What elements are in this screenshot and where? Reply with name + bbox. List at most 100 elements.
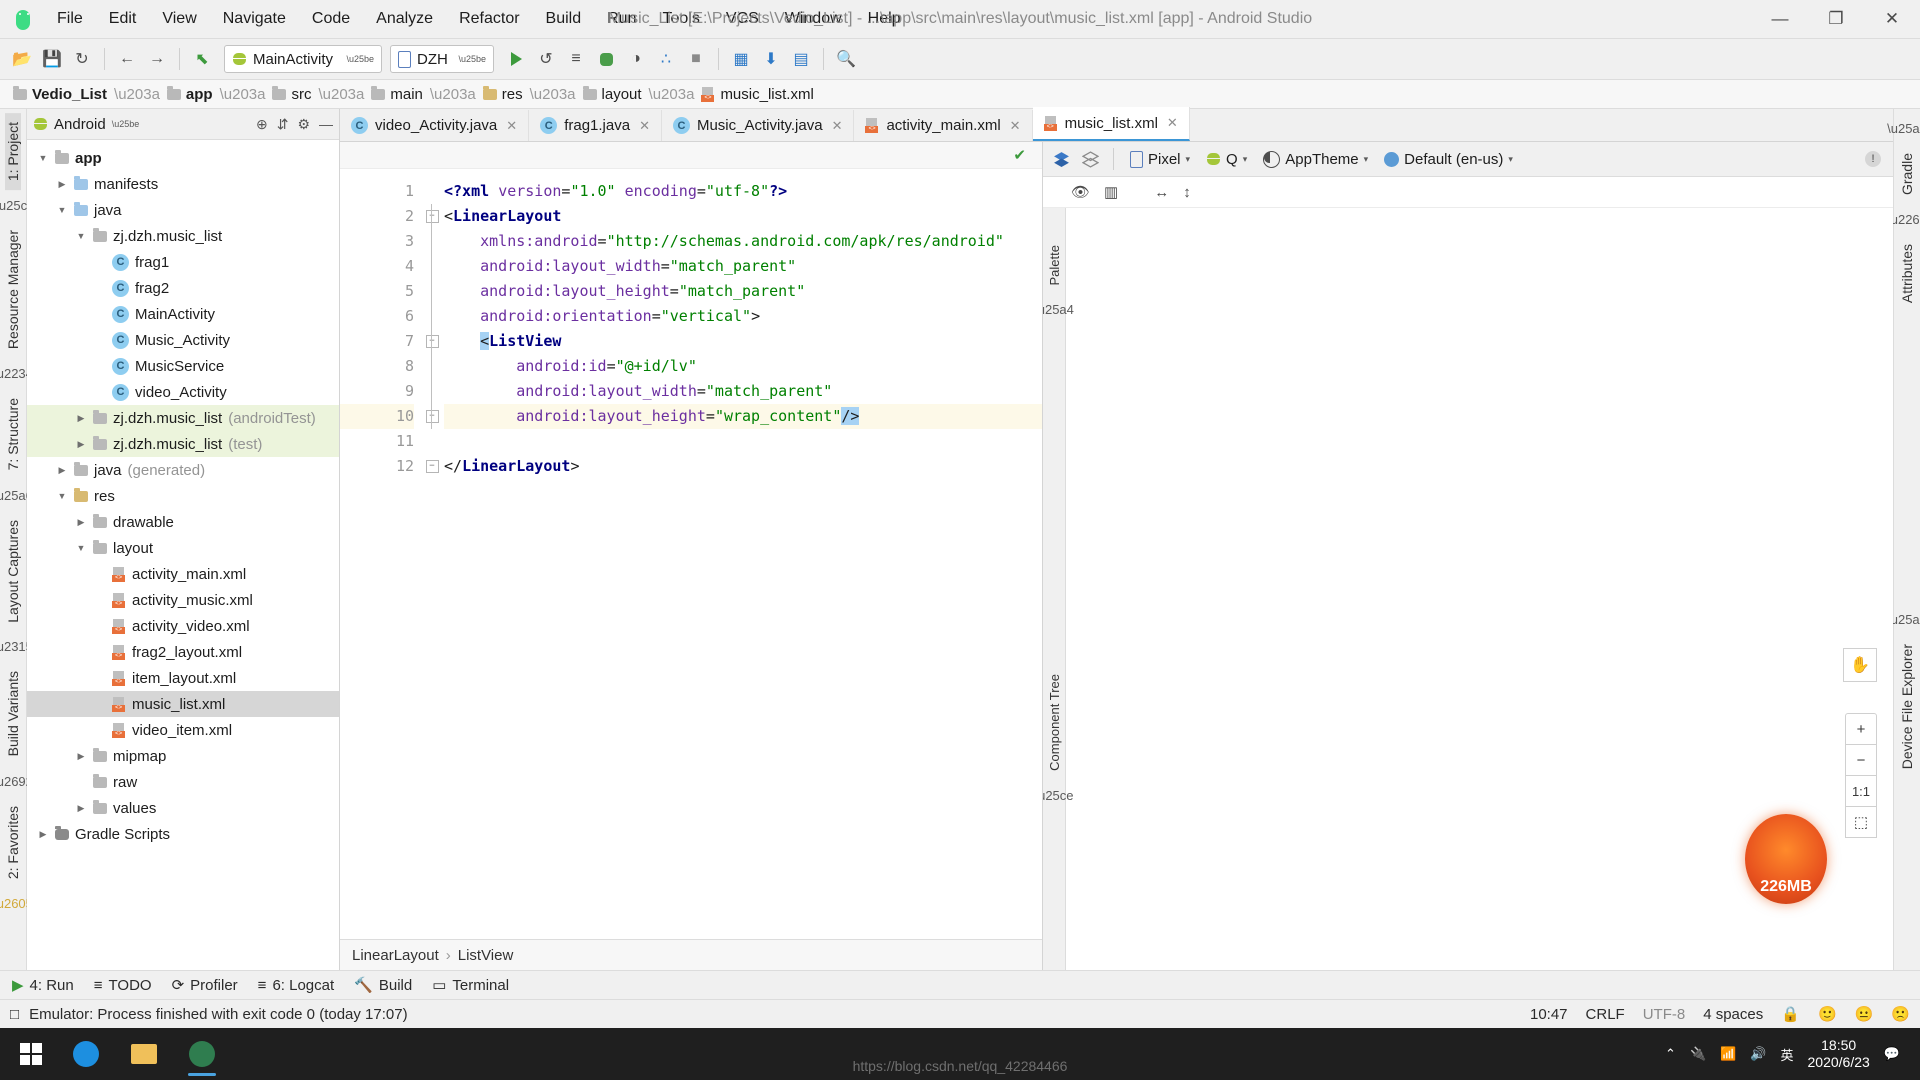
search-everywhere-icon[interactable]: 🔍 [832, 45, 860, 73]
input-method-icon[interactable]: 英 [1781, 1045, 1794, 1064]
expand-arrow-icon[interactable]: ▶ [75, 413, 87, 424]
collapse-arrow-icon[interactable]: ▼ [75, 543, 87, 553]
locate-file-icon[interactable]: ⊕ [256, 116, 268, 133]
memory-indicator[interactable]: 226MB [1745, 814, 1827, 904]
expand-arrow-icon[interactable]: ▶ [56, 465, 68, 476]
tree-node[interactable]: ▶ drawable [27, 509, 339, 535]
menu-help[interactable]: Help [855, 6, 914, 32]
zoom-in-button[interactable]: + [1845, 713, 1877, 745]
happy-face-icon[interactable]: 🙂 [1818, 1005, 1837, 1023]
menu-view[interactable]: View [149, 6, 209, 32]
tree-node[interactable]: C Music_Activity [27, 327, 339, 353]
tree-node[interactable]: ▶ values [27, 795, 339, 821]
tree-node[interactable]: <> activity_video.xml [27, 613, 339, 639]
breadcrumb-item-src[interactable]: src [269, 85, 314, 104]
taskbar-clock[interactable]: 18:50 2020/6/23 [1808, 1037, 1870, 1071]
device-dropdown[interactable]: Pixel ▾ [1124, 148, 1196, 171]
editor-tab-frag1-java[interactable]: Cfrag1.java ✕ [529, 110, 662, 141]
tree-node[interactable]: <> video_item.xml [27, 717, 339, 743]
tool-window-logcat[interactable]: ≡ 6: Logcat [258, 977, 334, 994]
palette-tab[interactable]: Palette [1047, 236, 1062, 294]
stripe-button-layout-captures[interactable]: Layout Captures [5, 511, 21, 632]
close-tab-icon[interactable]: ✕ [506, 118, 517, 134]
menu-analyze[interactable]: Analyze [363, 6, 446, 32]
editor-tab-video_Activity-java[interactable]: Cvideo_Activity.java ✕ [340, 110, 530, 141]
width-constraint-icon[interactable]: ↔ [1154, 184, 1169, 201]
expand-arrow-icon[interactable]: ▶ [56, 179, 68, 190]
tool-window-terminal[interactable]: ▭ Terminal [432, 976, 509, 995]
line-separator[interactable]: CRLF [1586, 1006, 1625, 1023]
code-line[interactable]: <?xml version="1.0" encoding="utf-8"?> [444, 179, 1042, 204]
fold-marker[interactable]: − [420, 454, 444, 479]
indent-setting[interactable]: 4 spaces [1703, 1006, 1763, 1023]
stripe-button-attributes[interactable]: Attributes [1899, 235, 1915, 312]
breadcrumb-item-file[interactable]: <> music_list.xml [698, 85, 816, 104]
tool-window-run[interactable]: ▶ 4: Run [12, 976, 74, 995]
code-line[interactable]: <ListView [444, 329, 1042, 354]
open-project-icon[interactable]: 📂 [8, 45, 36, 73]
menu-code[interactable]: Code [299, 6, 363, 32]
fold-toggle-icon[interactable]: − [425, 460, 439, 473]
stripe-button-favorites[interactable]: 2: Favorites [5, 797, 21, 888]
tree-node-selected[interactable]: <> music_list.xml [27, 691, 339, 717]
tree-node[interactable]: ▼ app [27, 145, 339, 171]
navigate-forward-icon[interactable]: → [143, 45, 171, 73]
close-tab-icon[interactable]: ✕ [1167, 115, 1178, 131]
locale-dropdown[interactable]: Default (en-us) ▾ [1378, 148, 1519, 171]
stripe-button-build-variants[interactable]: Build Variants [5, 662, 21, 765]
project-tree[interactable]: ▼ app ▶ manifests ▼ java ▼ zj.dzh.music_list Cfr… [27, 140, 339, 970]
menu-run[interactable]: Run [594, 6, 649, 32]
menu-navigate[interactable]: Navigate [210, 6, 299, 32]
editor-tab-Music_Activity-java[interactable]: C Music_Activity.java ✕ [662, 110, 855, 141]
stripe-button-resource-manager[interactable]: Resource Manager [5, 221, 21, 358]
code-text[interactable]: <?xml version="1.0" encoding="utf-8"?> <L… [444, 169, 1042, 939]
menu-bar[interactable]: File Edit View Navigate Code Analyze Ref… [44, 6, 914, 32]
file-encoding[interactable]: UTF-8 [1643, 1006, 1686, 1023]
design-mode-icon[interactable] [1049, 148, 1074, 171]
zoom-out-button[interactable]: − [1845, 744, 1877, 776]
zoom-actual-size-button[interactable]: 1:1 [1845, 775, 1877, 807]
menu-edit[interactable]: Edit [96, 6, 150, 32]
usb-icon[interactable]: 🔌 [1690, 1046, 1706, 1062]
tree-node[interactable]: ▶ Gradle Scripts [27, 821, 339, 847]
expand-arrow-icon[interactable]: ▶ [75, 803, 87, 814]
tree-node[interactable]: C MainActivity [27, 301, 339, 327]
device-selector[interactable]: DZH \u25be [390, 45, 494, 73]
tree-node[interactable]: Cvideo_Activity [27, 379, 339, 405]
warning-indicator-icon[interactable]: ! [1859, 148, 1887, 170]
tree-node[interactable]: Cfrag1 [27, 249, 339, 275]
tree-node[interactable]: <> activity_music.xml [27, 587, 339, 613]
settings-gear-icon[interactable]: ⚙ [297, 116, 310, 133]
run-configuration-selector[interactable]: MainActivity \u25be [224, 45, 382, 73]
avd-manager-icon[interactable]: ▦ [727, 45, 755, 73]
code-line[interactable]: android:layout_width="match_parent" [444, 254, 1042, 279]
fold-marker[interactable]: − [420, 404, 444, 429]
breadcrumb-item-project[interactable]: Vedio_List [10, 85, 110, 104]
attach-debugger-icon[interactable]: ◑ [622, 45, 650, 73]
expand-arrow-icon[interactable]: ▶ [37, 829, 49, 840]
preview-canvas[interactable]: Palette \u25a4 Component Tree \u25ce Ite… [1043, 208, 1893, 970]
neutral-face-icon[interactable]: 😐 [1855, 1005, 1874, 1023]
tool-window-build[interactable]: 🔨 Build [354, 976, 412, 995]
code-line[interactable]: android:id="@+id/lv" [444, 354, 1042, 379]
height-constraint-icon[interactable]: ↕ [1183, 184, 1191, 201]
code-line[interactable]: xmlns:android="http://schemas.android.co… [444, 229, 1042, 254]
tree-node[interactable]: ▶ zj.dzh.music_list (test) [27, 431, 339, 457]
tree-node[interactable]: ▼ res [27, 483, 339, 509]
breadcrumb-item-layout[interactable]: layout [580, 85, 645, 104]
theme-dropdown[interactable]: AppTheme ▾ [1257, 148, 1374, 171]
wifi-icon[interactable]: 📶 [1720, 1046, 1736, 1062]
start-button[interactable] [6, 1030, 56, 1078]
expand-arrow-icon[interactable]: ▶ [75, 517, 87, 528]
code-line[interactable]: <LinearLayout [444, 204, 1042, 229]
android-studio-taskbar-button[interactable] [174, 1030, 230, 1078]
sad-face-icon[interactable]: 🙁 [1891, 1005, 1910, 1023]
close-tab-icon[interactable]: ✕ [639, 118, 650, 134]
tree-node[interactable]: ▶ java (generated) [27, 457, 339, 483]
cortana-search-button[interactable] [58, 1030, 114, 1078]
hide-panel-icon[interactable]: — [319, 116, 333, 132]
stripe-button-project[interactable]: 1: Project [5, 113, 21, 191]
grid-icon[interactable]: ▥ [1104, 183, 1118, 201]
breadcrumb-item-app[interactable]: app [164, 85, 216, 104]
save-all-icon[interactable]: 💾 [38, 45, 66, 73]
